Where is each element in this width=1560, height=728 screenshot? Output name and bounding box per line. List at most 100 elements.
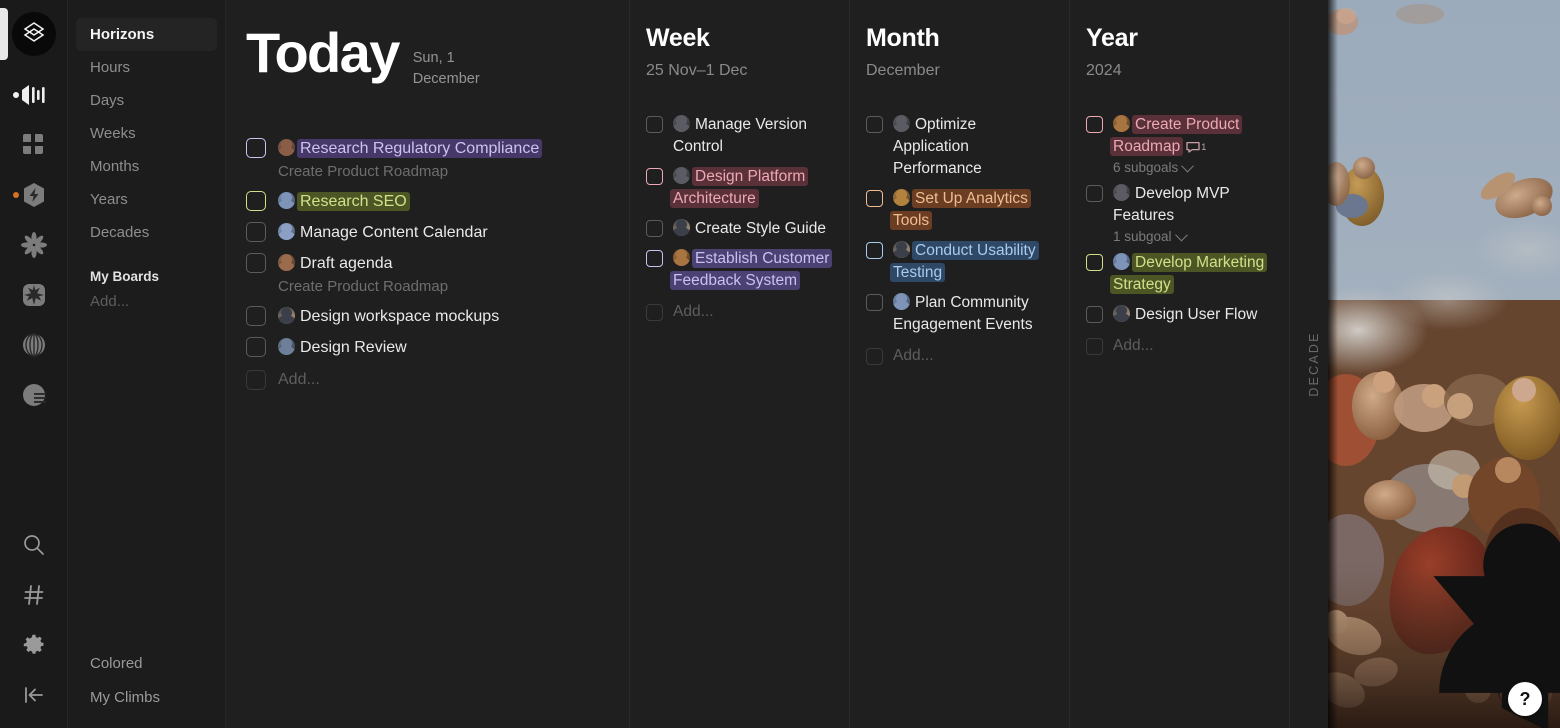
sidebar-item-colored[interactable]: Colored	[76, 646, 217, 680]
avatar	[673, 167, 690, 184]
sidebar-item-years[interactable]: Years	[76, 183, 217, 216]
globe-sphere-icon	[20, 331, 48, 359]
task-checkbox[interactable]	[246, 306, 266, 326]
add-task-year[interactable]: Add...	[1086, 333, 1273, 358]
sidebar-item-months[interactable]: Months	[76, 150, 217, 183]
task-checkbox[interactable]	[246, 253, 266, 273]
task-row[interactable]: Create Product Roadmap 1 6 subgoals	[1086, 111, 1273, 178]
help-button[interactable]: ?	[1508, 682, 1542, 716]
sidebar-item-days[interactable]: Days	[76, 84, 217, 117]
task-checkbox[interactable]	[1086, 116, 1103, 133]
task-checkbox[interactable]	[646, 220, 663, 237]
subgoal-toggle[interactable]: 6 subgoals	[1113, 159, 1273, 175]
gear-icon	[22, 633, 46, 657]
task-row[interactable]: Design Review	[246, 333, 609, 362]
add-task-week[interactable]: Add...	[646, 299, 833, 324]
rail-item-bolt[interactable]	[9, 170, 59, 220]
task-checkbox[interactable]	[246, 191, 266, 211]
avatar	[893, 115, 910, 132]
comment-count: 1	[1201, 142, 1207, 152]
rail-item-starburst[interactable]	[9, 270, 59, 320]
task-checkbox[interactable]	[646, 168, 663, 185]
task-title: Research Regulatory Compliance	[297, 139, 543, 158]
avatar	[893, 241, 910, 258]
subgoal-count: 6 subgoals	[1113, 160, 1179, 175]
task-body: Manage Version Control	[673, 114, 833, 158]
task-checkbox[interactable]	[1086, 185, 1103, 202]
add-checkbox	[1086, 338, 1103, 355]
rail-item-grid[interactable]	[9, 120, 59, 170]
comment-bubble-icon[interactable]: 1	[1186, 136, 1206, 158]
column-title: Year	[1086, 24, 1138, 52]
task-checkbox[interactable]	[646, 250, 663, 267]
rail-bottom-icons	[9, 520, 59, 728]
filter-button[interactable]	[1433, 576, 1560, 728]
task-title: Plan Community Engagement Events	[893, 294, 1033, 333]
sidebar-item-horizons[interactable]: Horizons	[76, 18, 217, 51]
sidebar-item-hours[interactable]: Hours	[76, 51, 217, 84]
task-row[interactable]: Develop Marketing Strategy	[1086, 249, 1273, 299]
rail-item-horizon[interactable]	[9, 370, 59, 420]
rail-item-flower[interactable]	[9, 220, 59, 270]
sidebar-item-label: Horizons	[90, 26, 155, 43]
task-row[interactable]: Set Up Analytics Tools	[866, 185, 1053, 235]
task-row[interactable]: Draft agenda Create Product Roadmap	[246, 249, 609, 300]
task-checkbox[interactable]	[246, 138, 266, 158]
task-body: Create Product Roadmap 1 6 subgoals	[1110, 114, 1273, 175]
avatar	[893, 189, 910, 206]
task-title-line: Create Product Roadmap 1	[1110, 114, 1273, 158]
layers-diamond-icon	[21, 19, 47, 50]
task-row[interactable]: Research SEO	[246, 187, 609, 216]
task-row[interactable]: Develop MVP Features 1 subgoal	[1086, 180, 1273, 247]
task-row[interactable]: Design workspace mockups	[246, 302, 609, 331]
sidebar-item-decades[interactable]: Decades	[76, 216, 217, 249]
sidebar-item-label: Decades	[90, 224, 150, 241]
task-checkbox[interactable]	[246, 222, 266, 242]
task-row[interactable]: Create Style Guide	[646, 215, 833, 243]
sidebar-item-my-climbs[interactable]: My Climbs	[76, 680, 217, 714]
task-checkbox[interactable]	[1086, 306, 1103, 323]
task-checkbox[interactable]	[866, 294, 883, 311]
avatar	[673, 249, 690, 266]
task-list-today: Research Regulatory Compliance Create Pro…	[246, 134, 609, 362]
task-row[interactable]: Design User Flow	[1086, 301, 1273, 329]
subgoal-toggle[interactable]: 1 subgoal	[1113, 228, 1273, 244]
task-checkbox[interactable]	[246, 337, 266, 357]
task-body: Establish Customer Feedback System	[670, 248, 833, 292]
task-checkbox[interactable]	[866, 190, 883, 207]
task-title-line: Develop Marketing Strategy	[1110, 252, 1273, 296]
task-row[interactable]: Manage Version Control	[646, 111, 833, 161]
sidebar-item-label: Months	[90, 158, 140, 175]
task-title: Create Style Guide	[695, 220, 826, 237]
search-button[interactable]	[9, 520, 59, 570]
task-row[interactable]: Conduct Usability Testing	[866, 237, 1053, 287]
tags-button[interactable]	[9, 570, 59, 620]
board: Today Sun, 1 December Research Regulator…	[226, 0, 1560, 728]
add-task-month[interactable]: Add...	[866, 343, 1053, 368]
task-list-month: Optimize Application Performance Set Up A…	[866, 111, 1053, 339]
task-checkbox[interactable]	[646, 116, 663, 133]
task-row[interactable]: Establish Customer Feedback System	[646, 245, 833, 295]
task-checkbox[interactable]	[1086, 254, 1103, 271]
task-title: Design Review	[300, 339, 407, 356]
collapse-sidebar-button[interactable]	[9, 670, 59, 720]
task-checkbox[interactable]	[866, 116, 883, 133]
task-row[interactable]: Research Regulatory Compliance Create Pro…	[246, 134, 609, 185]
settings-button[interactable]	[9, 620, 59, 670]
task-row[interactable]: Manage Content Calendar	[246, 218, 609, 247]
task-row[interactable]: Optimize Application Performance	[866, 111, 1053, 183]
sidebar-add-board[interactable]: Add...	[68, 286, 225, 316]
rail-item-speaker[interactable]	[9, 70, 59, 120]
task-row[interactable]: Plan Community Engagement Events	[866, 289, 1053, 339]
sidebar: Horizons Hours Days Weeks Months Years D…	[68, 0, 226, 728]
add-task-today[interactable]: Add...	[246, 366, 609, 393]
task-checkbox[interactable]	[866, 242, 883, 259]
task-title-line: Manage Content Calendar	[278, 221, 609, 244]
task-body: Design Platform Architecture	[670, 166, 833, 210]
sidebar-item-weeks[interactable]: Weeks	[76, 117, 217, 150]
column-title: Month	[866, 24, 940, 52]
app-logo[interactable]	[11, 12, 56, 56]
rail-item-globe[interactable]	[9, 320, 59, 370]
task-row[interactable]: Design Platform Architecture	[646, 163, 833, 213]
task-title: Establish Customer Feedback System	[670, 249, 833, 290]
